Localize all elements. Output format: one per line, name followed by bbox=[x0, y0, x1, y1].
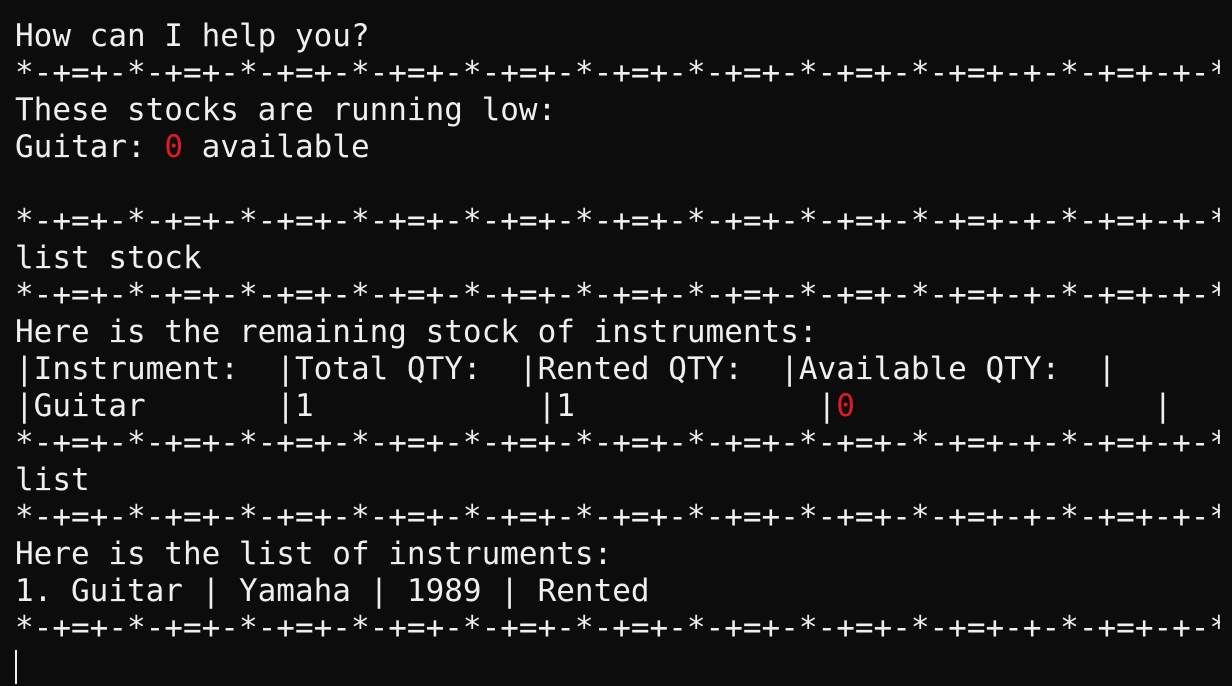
separator-line: *-+=+-*-+=+-*-+=+-*-+=+-*-+=+-*-+=+-*-+=… bbox=[15, 55, 1220, 91]
separator-line: *-+=+-*-+=+-*-+=+-*-+=+-*-+=+-*-+=+-*-+=… bbox=[15, 203, 1220, 239]
command-list-stock: list stock bbox=[15, 240, 202, 276]
low-stock-item-count: 0 bbox=[164, 129, 183, 165]
separator-line: *-+=+-*-+=+-*-+=+-*-+=+-*-+=+-*-+=+-*-+=… bbox=[15, 277, 1220, 313]
low-stock-item: Guitar: 0 available bbox=[15, 129, 1220, 166]
text-cursor bbox=[15, 649, 17, 684]
low-stock-header: These stocks are running low: bbox=[15, 92, 557, 128]
stock-table-row-end: | bbox=[854, 388, 1173, 424]
instrument-list-intro: Here is the list of instruments: bbox=[15, 536, 613, 572]
instrument-list-item: 1. Guitar | Yamaha | 1989 | Rented bbox=[15, 573, 650, 609]
separator-line: *-+=+-*-+=+-*-+=+-*-+=+-*-+=+-*-+=+-*-+=… bbox=[15, 499, 1220, 535]
stock-table-row-available: 0 bbox=[836, 388, 855, 424]
stock-table-intro: Here is the remaining stock of instrumen… bbox=[15, 314, 818, 350]
stock-table-header: |Instrument: |Total QTY: |Rented QTY: |A… bbox=[15, 351, 1117, 387]
prompt-line: How can I help you? bbox=[15, 18, 370, 54]
low-stock-item-name: Guitar: bbox=[15, 129, 146, 165]
stock-table-row: |Guitar |1 |1 |0 | bbox=[15, 388, 1220, 425]
separator-line: *-+=+-*-+=+-*-+=+-*-+=+-*-+=+-*-+=+-*-+=… bbox=[15, 425, 1220, 461]
stock-table-row-cells: |Guitar |1 |1 | bbox=[15, 388, 837, 424]
low-stock-item-suffix: available bbox=[201, 129, 370, 165]
terminal-output[interactable]: How can I help you? *-+=+-*-+=+-*-+=+-*-… bbox=[15, 18, 1220, 684]
input-line[interactable] bbox=[15, 647, 1220, 684]
command-list: list bbox=[15, 462, 90, 498]
separator-line: *-+=+-*-+=+-*-+=+-*-+=+-*-+=+-*-+=+-*-+=… bbox=[15, 610, 1220, 646]
